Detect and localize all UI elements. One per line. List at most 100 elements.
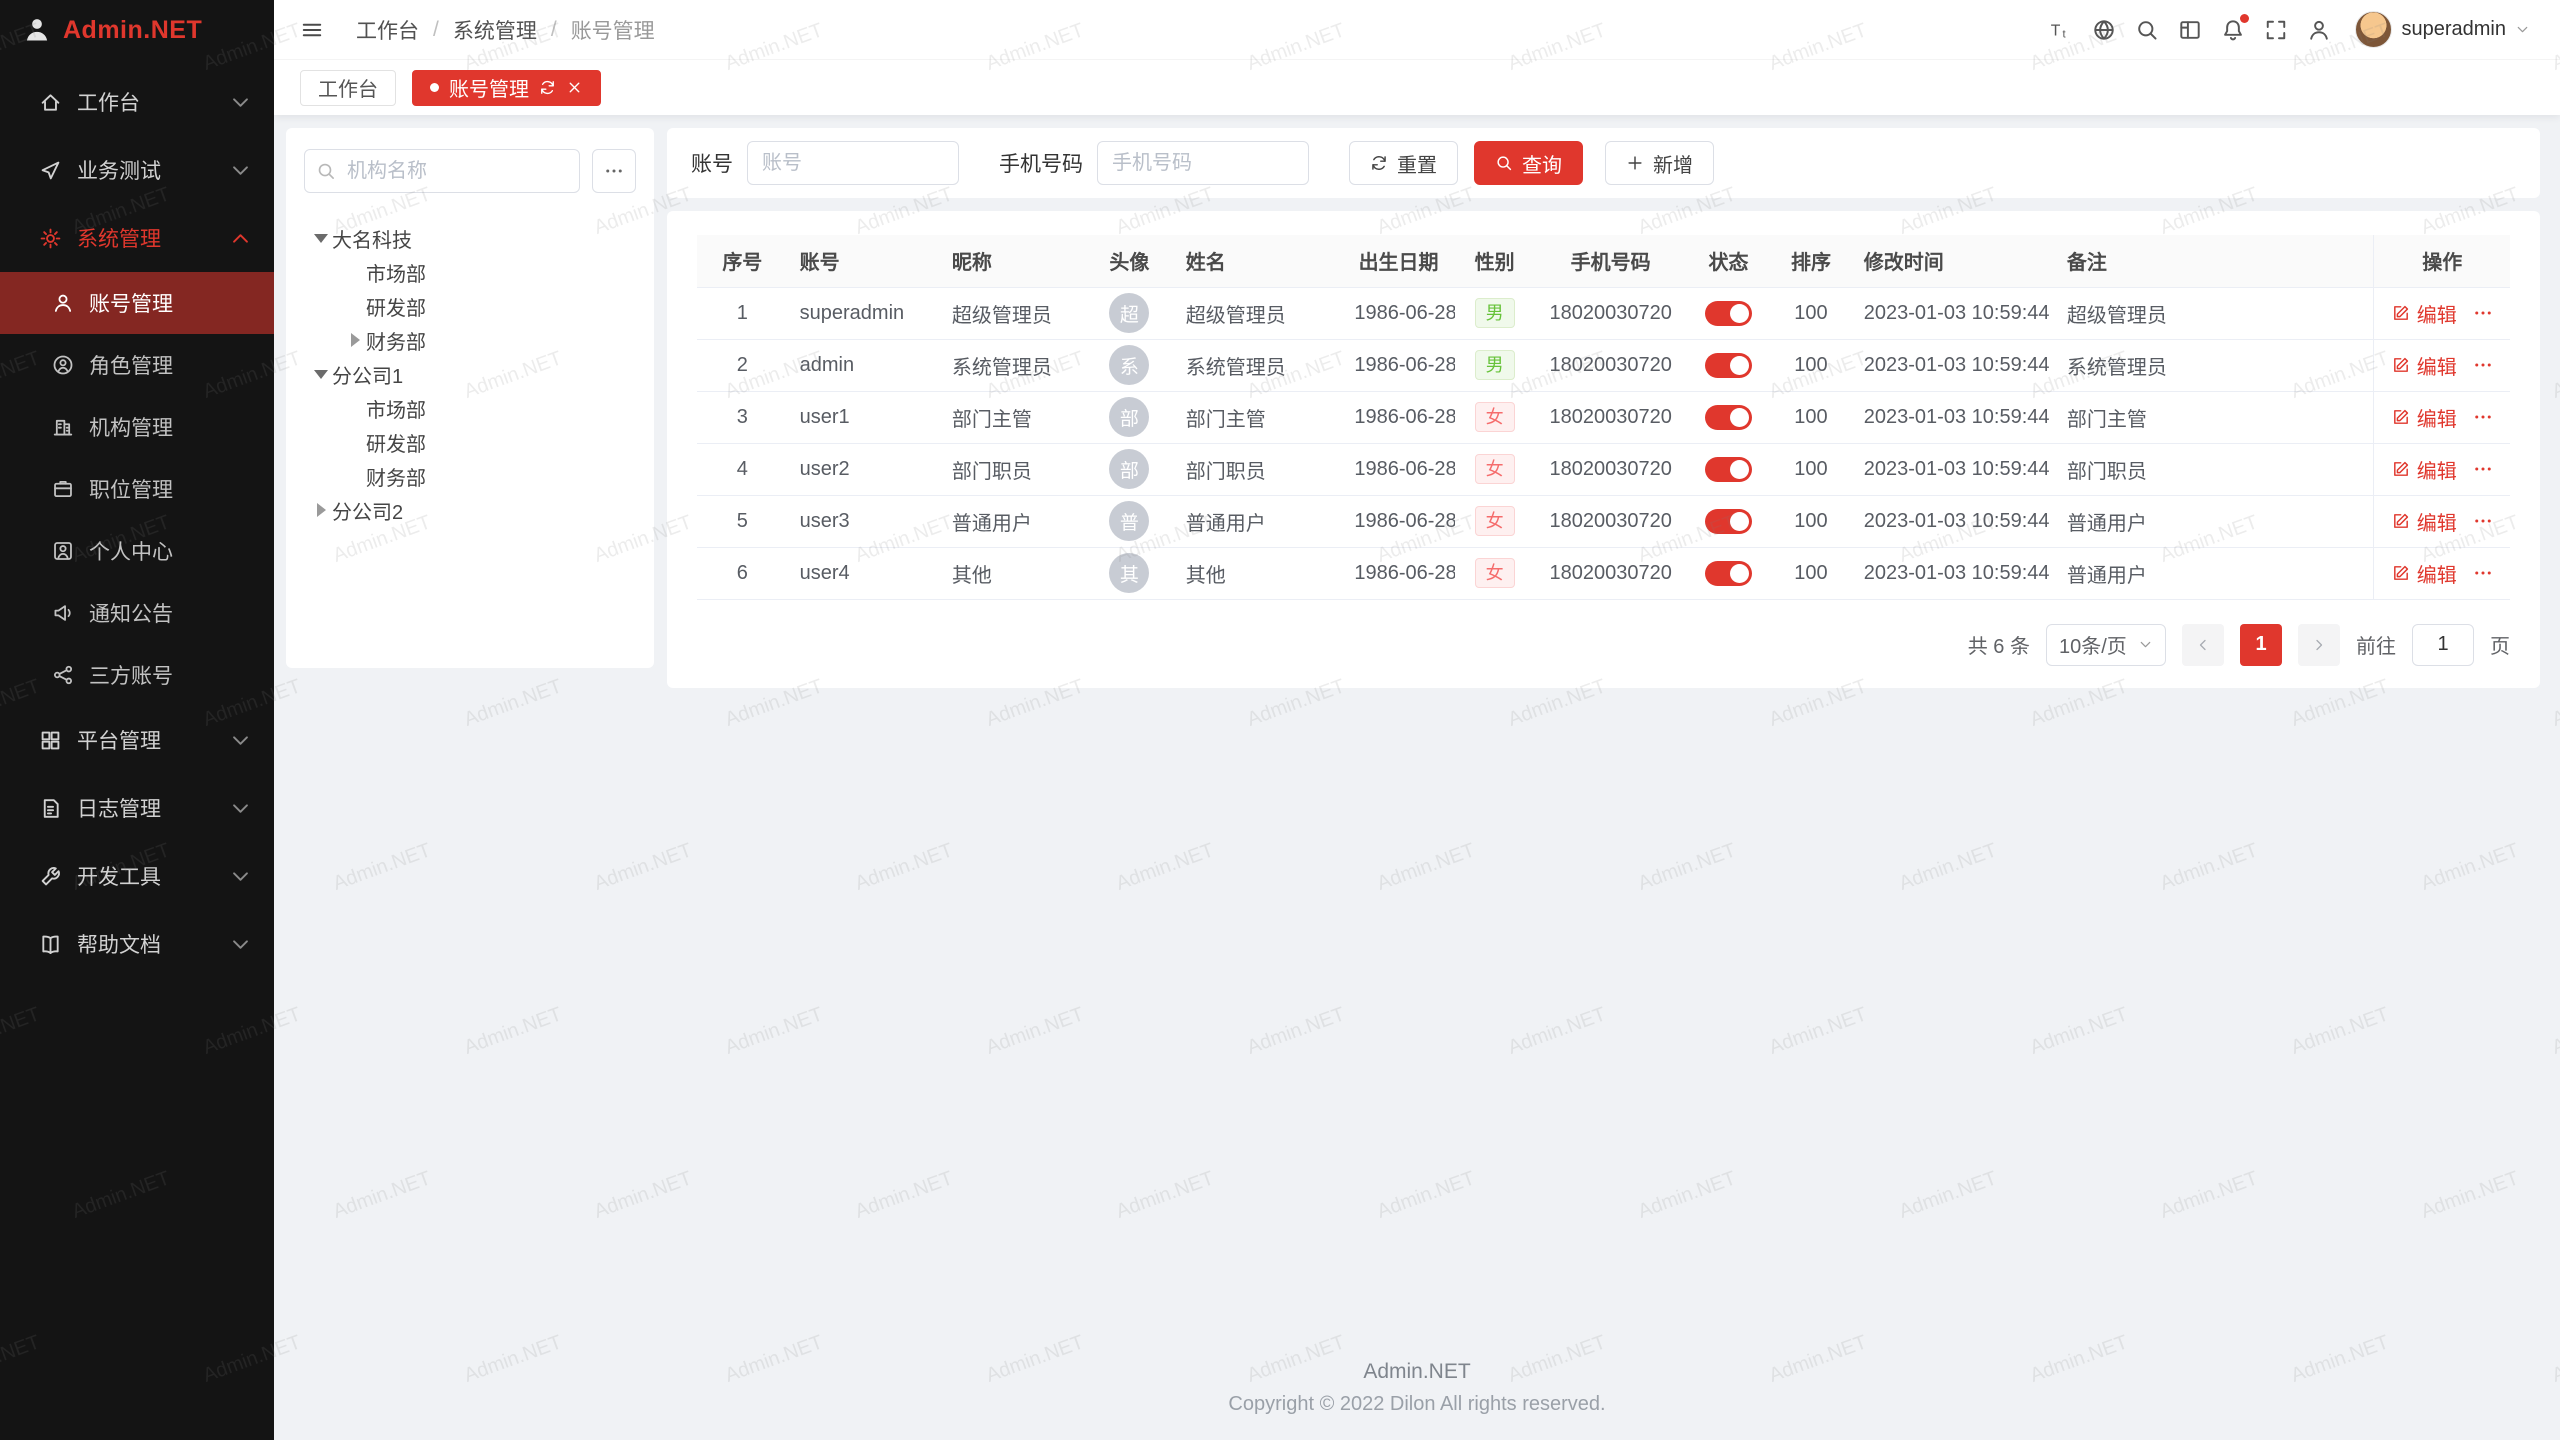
sidebar-subitem[interactable]: 角色管理 bbox=[0, 334, 274, 396]
cell-account: admin bbox=[788, 339, 940, 391]
tree-more-button[interactable] bbox=[592, 149, 636, 193]
table-row: 1superadmin超级管理员超超级管理员1986-06-28男1802003… bbox=[697, 287, 2510, 339]
next-page-button[interactable] bbox=[2298, 624, 2340, 666]
tree-node[interactable]: 市场部 bbox=[304, 391, 636, 425]
edit-button[interactable]: 编辑 bbox=[2392, 299, 2457, 328]
add-button[interactable]: 新增 bbox=[1605, 141, 1714, 185]
cell-birth: 1986-06-28 bbox=[1342, 547, 1454, 599]
page-size-select[interactable]: 10条/页 bbox=[2046, 624, 2166, 666]
row-more-button[interactable] bbox=[2473, 511, 2493, 531]
fontsize-icon[interactable]: Tt bbox=[2049, 18, 2073, 42]
breadcrumb-item[interactable]: 工作台 bbox=[356, 15, 419, 45]
row-avatar: 系 bbox=[1109, 345, 1149, 385]
cell-remark: 部门职员 bbox=[2055, 443, 2374, 495]
close-icon[interactable] bbox=[566, 79, 583, 96]
chevron-down-icon bbox=[229, 729, 252, 752]
row-more-button[interactable] bbox=[2473, 407, 2493, 427]
cell-modified: 2023-01-03 10:59:44 bbox=[1852, 495, 2055, 547]
caret-placeholder bbox=[344, 295, 366, 317]
edit-button[interactable]: 编辑 bbox=[2392, 455, 2457, 484]
breadcrumb-separator: / bbox=[551, 18, 557, 42]
row-avatar: 其 bbox=[1109, 553, 1149, 593]
sidebar-subitem[interactable]: 职位管理 bbox=[0, 458, 274, 520]
caret-right-icon[interactable] bbox=[310, 499, 332, 521]
tree-node[interactable]: 研发部 bbox=[304, 289, 636, 323]
sidebar: Admin.NET 工作台业务测试系统管理账号管理角色管理机构管理职位管理个人中… bbox=[0, 0, 274, 1440]
edit-label: 编辑 bbox=[2417, 299, 2457, 328]
column-header: 性别 bbox=[1455, 235, 1535, 287]
gender-tag: 女 bbox=[1475, 402, 1515, 433]
edit-icon bbox=[2392, 512, 2410, 530]
person-icon[interactable] bbox=[2307, 18, 2331, 42]
tree-node[interactable]: 分公司1 bbox=[304, 357, 636, 391]
status-toggle[interactable] bbox=[1705, 561, 1752, 586]
caret-right-icon[interactable] bbox=[344, 329, 366, 351]
cell-name: 系统管理员 bbox=[1174, 339, 1343, 391]
refresh-icon[interactable] bbox=[539, 79, 556, 96]
cell-modified: 2023-01-03 10:59:44 bbox=[1852, 391, 2055, 443]
accounts-table: 序号账号昵称头像姓名出生日期性别手机号码状态排序修改时间备注操作 1supera… bbox=[697, 235, 2510, 600]
cell-avatar: 系 bbox=[1085, 339, 1174, 391]
account-input[interactable] bbox=[747, 141, 959, 185]
status-toggle[interactable] bbox=[1705, 353, 1752, 378]
row-avatar: 部 bbox=[1109, 449, 1149, 489]
sidebar-subitem[interactable]: 通知公告 bbox=[0, 582, 274, 644]
search-icon[interactable] bbox=[2135, 18, 2159, 42]
sidebar-item[interactable]: 工作台 bbox=[0, 68, 274, 136]
row-more-button[interactable] bbox=[2473, 563, 2493, 583]
hamburger-icon[interactable] bbox=[300, 18, 324, 42]
search-button[interactable]: 查询 bbox=[1474, 141, 1583, 185]
sidebar-subitem[interactable]: 账号管理 bbox=[0, 272, 274, 334]
status-toggle[interactable] bbox=[1705, 509, 1752, 534]
tree-node[interactable]: 财务部 bbox=[304, 323, 636, 357]
caret-down-icon[interactable] bbox=[310, 227, 332, 249]
cell-name: 超级管理员 bbox=[1174, 287, 1343, 339]
tree-node[interactable]: 分公司2 bbox=[304, 493, 636, 527]
row-more-button[interactable] bbox=[2473, 459, 2493, 479]
edit-label: 编辑 bbox=[2417, 507, 2457, 536]
table-row: 2admin系统管理员系系统管理员1986-06-28男180200307201… bbox=[697, 339, 2510, 391]
sidebar-subitem[interactable]: 机构管理 bbox=[0, 396, 274, 458]
status-toggle[interactable] bbox=[1705, 457, 1752, 482]
sidebar-item[interactable]: 平台管理 bbox=[0, 706, 274, 774]
sidebar-subitem[interactable]: 个人中心 bbox=[0, 520, 274, 582]
page-number[interactable]: 1 bbox=[2240, 624, 2282, 666]
tree-node[interactable]: 财务部 bbox=[304, 459, 636, 493]
edit-button[interactable]: 编辑 bbox=[2392, 403, 2457, 432]
edit-button[interactable]: 编辑 bbox=[2392, 507, 2457, 536]
fullscreen-icon[interactable] bbox=[2264, 18, 2288, 42]
sidebar-item[interactable]: 帮助文档 bbox=[0, 910, 274, 978]
tab-active[interactable]: 账号管理 bbox=[412, 70, 601, 106]
button-label: 新增 bbox=[1653, 149, 1693, 178]
sidebar-subitem[interactable]: 三方账号 bbox=[0, 644, 274, 706]
sidebar-item[interactable]: 开发工具 bbox=[0, 842, 274, 910]
cell-gender: 男 bbox=[1455, 339, 1535, 391]
row-more-button[interactable] bbox=[2473, 303, 2493, 323]
layout-icon[interactable] bbox=[2178, 18, 2202, 42]
caret-down-icon[interactable] bbox=[310, 363, 332, 385]
org-search-input[interactable] bbox=[304, 149, 580, 193]
sidebar-item[interactable]: 日志管理 bbox=[0, 774, 274, 842]
row-more-button[interactable] bbox=[2473, 355, 2493, 375]
goto-page-input[interactable] bbox=[2412, 624, 2474, 666]
tree-node[interactable]: 市场部 bbox=[304, 255, 636, 289]
status-toggle[interactable] bbox=[1705, 405, 1752, 430]
cell-order: 100 bbox=[1770, 287, 1852, 339]
bell-icon[interactable] bbox=[2221, 18, 2245, 42]
reset-button[interactable]: 重置 bbox=[1349, 141, 1458, 185]
sidebar-item[interactable]: 业务测试 bbox=[0, 136, 274, 204]
status-toggle[interactable] bbox=[1705, 301, 1752, 326]
globe-icon[interactable] bbox=[2092, 18, 2116, 42]
tree-node[interactable]: 研发部 bbox=[304, 425, 636, 459]
cell-order: 100 bbox=[1770, 547, 1852, 599]
cell-name: 部门主管 bbox=[1174, 391, 1343, 443]
tab-item[interactable]: 工作台 bbox=[300, 70, 396, 106]
phone-input[interactable] bbox=[1097, 141, 1309, 185]
tree-node[interactable]: 大名科技 bbox=[304, 221, 636, 255]
breadcrumb-item[interactable]: 系统管理 bbox=[453, 15, 537, 45]
edit-button[interactable]: 编辑 bbox=[2392, 351, 2457, 380]
edit-button[interactable]: 编辑 bbox=[2392, 559, 2457, 588]
sidebar-item[interactable]: 系统管理 bbox=[0, 204, 274, 272]
user-menu[interactable]: superadmin bbox=[2355, 11, 2530, 48]
prev-page-button[interactable] bbox=[2182, 624, 2224, 666]
